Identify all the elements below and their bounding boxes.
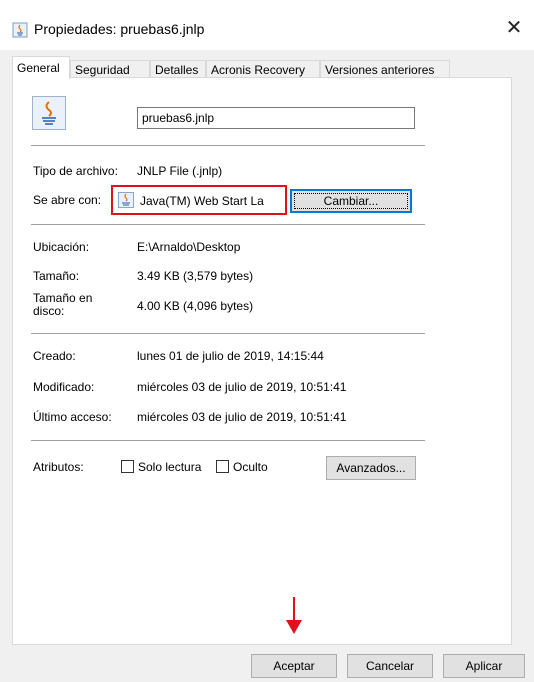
created-label: Creado: [33,349,76,363]
java-file-icon [12,22,28,38]
accessed-label: Último acceso: [33,410,112,424]
tab-detalles[interactable]: Detalles [150,60,206,78]
opens-with-highlight: Java(TM) Web Start La [111,185,287,215]
divider [31,440,425,441]
created-value: lunes 01 de julio de 2019, 14:15:44 [137,349,324,363]
size-label: Tamaño: [33,269,80,283]
general-panel: pruebas6.jnlp Tipo de archivo: JNLP File… [12,77,512,645]
java-icon [32,96,66,130]
divider [31,145,425,146]
hidden-checkbox[interactable] [216,460,229,473]
modified-label: Modificado: [33,380,95,394]
attributes-label: Atributos: [33,460,84,474]
annotation-arrowhead [286,620,302,634]
opens-with-value: Java(TM) Web Start La [140,194,264,208]
location-label: Ubicación: [33,240,90,254]
tab-general[interactable]: General [12,56,70,79]
divider [31,224,425,225]
cancel-button[interactable]: Cancelar [347,654,433,678]
filename-input[interactable]: pruebas6.jnlp [137,107,415,129]
advanced-button[interactable]: Avanzados... [326,456,416,480]
opens-with-label: Se abre con: [33,193,102,207]
apply-button[interactable]: Aplicar [443,654,525,678]
tab-seguridad[interactable]: Seguridad [70,60,150,78]
accept-button[interactable]: Aceptar [251,654,337,678]
size-value: 3.49 KB (3,579 bytes) [137,269,254,283]
dialog-buttons: Aceptar Cancelar Aplicar [0,645,534,682]
title-bar: Propiedades: pruebas6.jnlp ✕ [0,0,534,50]
window-title: Propiedades: pruebas6.jnlp [34,21,205,37]
tab-acronis-recovery[interactable]: Acronis Recovery [206,60,320,78]
disk-size-label-line2: disco: [33,304,65,318]
tab-versiones-anteriores[interactable]: Versiones anteriores [320,60,450,78]
readonly-label[interactable]: Solo lectura [138,460,201,474]
disk-size-label-line1: Tamaño en [33,291,93,305]
java-icon [118,192,134,208]
divider [31,333,425,334]
accessed-value: miércoles 03 de julio de 2019, 10:51:41 [137,410,347,424]
location-value: E:\Arnaldo\Desktop [137,240,241,254]
hidden-label[interactable]: Oculto [233,460,268,474]
change-button[interactable]: Cambiar... [290,189,412,213]
file-type-value: JNLP File (.jnlp) [137,164,223,178]
file-type-label: Tipo de archivo: [33,164,118,178]
modified-value: miércoles 03 de julio de 2019, 10:51:41 [137,380,347,394]
readonly-checkbox[interactable] [121,460,134,473]
close-icon[interactable]: ✕ [494,10,534,46]
disk-size-value: 4.00 KB (4,096 bytes) [137,299,254,313]
